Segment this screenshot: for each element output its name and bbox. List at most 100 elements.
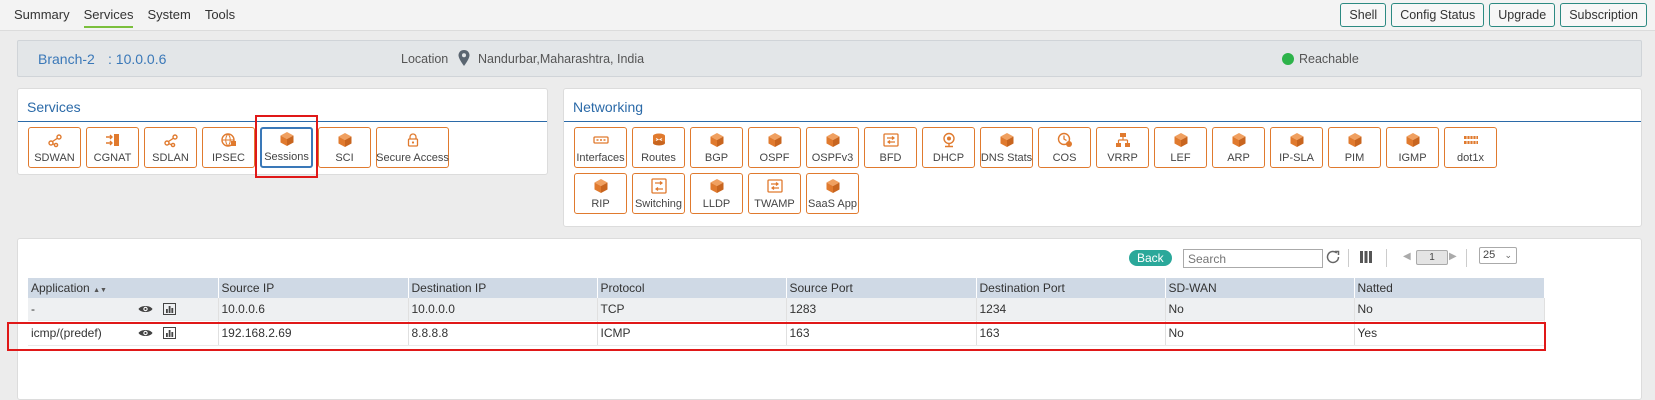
cube-icon xyxy=(768,133,781,147)
interfaces-icon xyxy=(592,136,609,144)
column-header-natted[interactable]: Natted xyxy=(1354,278,1545,298)
toolbar-divider xyxy=(1466,249,1467,267)
column-selector-icon[interactable] xyxy=(1360,251,1372,263)
vrrp-label: VRRP xyxy=(1107,152,1138,164)
bfd-button[interactable]: BFD xyxy=(864,127,917,168)
sdlan-button[interactable]: SDLAN xyxy=(144,127,197,168)
cgnat-button[interactable]: CGNAT xyxy=(86,127,139,168)
cell-destination-ip: 10.0.0.0 xyxy=(408,298,598,321)
lef-button[interactable]: LEF xyxy=(1154,127,1207,168)
pim-button[interactable]: PIM xyxy=(1328,127,1381,168)
upgrade-button[interactable]: Upgrade xyxy=(1489,3,1556,27)
ospf-button[interactable]: OSPF xyxy=(748,127,801,168)
next-page-icon[interactable]: ▶ xyxy=(1449,251,1457,262)
cube-icon xyxy=(1348,133,1361,147)
dot1x-label: dot1x xyxy=(1457,152,1484,164)
cos-button[interactable]: COS xyxy=(1038,127,1091,168)
cell-source-port: 163 xyxy=(786,320,977,346)
eye-icon[interactable] xyxy=(138,304,153,314)
saas-app-button[interactable]: SaaS App xyxy=(806,173,859,214)
interfaces-button[interactable]: Interfaces xyxy=(574,127,627,168)
sessions-table-panel: Back ◀ 1 ▶ 25 ⌄ Application ▲▼ Source IP… xyxy=(17,238,1642,400)
switching-label: Switching xyxy=(634,198,683,210)
column-header-application[interactable]: Application ▲▼ xyxy=(28,278,219,298)
pim-label: PIM xyxy=(1344,152,1365,164)
bar-chart-icon[interactable] xyxy=(163,327,176,339)
igmp-button[interactable]: IGMP xyxy=(1386,127,1439,168)
switching-button[interactable]: Switching xyxy=(632,173,685,214)
location-label: Location xyxy=(401,52,449,66)
networking-divider xyxy=(564,121,1641,122)
page-number[interactable]: 1 xyxy=(1416,250,1448,265)
cube-icon xyxy=(280,132,293,146)
lock-icon xyxy=(407,133,418,147)
config-status-button[interactable]: Config Status xyxy=(1391,3,1485,27)
tab-tools[interactable]: Tools xyxy=(205,7,235,28)
bgp-button[interactable]: BGP xyxy=(690,127,743,168)
routes-label: Routes xyxy=(641,152,676,164)
shell-button[interactable]: Shell xyxy=(1340,3,1387,27)
subscription-button[interactable]: Subscription xyxy=(1560,3,1647,27)
tab-summary[interactable]: Summary xyxy=(14,7,70,28)
cell-protocol: ICMP xyxy=(597,320,787,346)
twamp-label: TWAMP xyxy=(754,198,795,210)
sci-button[interactable]: SCI xyxy=(318,127,371,168)
column-header-destination-ip[interactable]: Destination IP xyxy=(408,278,598,298)
cell-destination-ip: 8.8.8.8 xyxy=(408,320,598,346)
igmp-label: IGMP xyxy=(1398,152,1427,164)
sort-icon[interactable]: ▲▼ xyxy=(93,287,107,294)
twamp-button[interactable]: TWAMP xyxy=(748,173,801,214)
tab-services[interactable]: Services xyxy=(83,7,134,28)
ip-sla-button[interactable]: IP-SLA xyxy=(1270,127,1323,168)
secure-access-button[interactable]: Secure Access xyxy=(376,127,449,168)
vrrp-button[interactable]: VRRP xyxy=(1096,127,1149,168)
dns-stats-button[interactable]: DNS Stats xyxy=(980,127,1033,168)
sessions-button[interactable]: Sessions xyxy=(260,127,313,168)
sdlan-label: SDLAN xyxy=(152,152,189,164)
cell-source-ip: 10.0.0.6 xyxy=(218,298,409,321)
table-row[interactable]: - 10.0.0.6 10.0.0.0 TCP 1283 1234 No No xyxy=(28,298,1545,321)
eye-icon[interactable] xyxy=(138,328,153,338)
sdwan-icon xyxy=(47,134,62,148)
cell-destination-port: 163 xyxy=(976,320,1166,346)
column-header-destination-port[interactable]: Destination Port xyxy=(976,278,1166,298)
cell-application: - xyxy=(28,298,219,321)
page-size-select[interactable]: 25 ⌄ xyxy=(1479,247,1517,264)
cell-application: icmp/(predef) xyxy=(28,320,219,346)
ipsec-icon xyxy=(220,133,236,147)
sdwan-button[interactable]: SDWAN xyxy=(28,127,81,168)
rip-button[interactable]: RIP xyxy=(574,173,627,214)
secure-access-label: Secure Access xyxy=(376,152,449,164)
cube-icon xyxy=(338,133,351,147)
back-button[interactable]: Back xyxy=(1129,250,1172,266)
cell-source-ip: 192.168.2.69 xyxy=(218,320,409,346)
dot1x-icon xyxy=(1463,136,1478,144)
routes-button[interactable]: Routes xyxy=(632,127,685,168)
cube-icon xyxy=(1000,133,1013,147)
arp-button[interactable]: ARP xyxy=(1212,127,1265,168)
column-header-sd-wan[interactable]: SD-WAN xyxy=(1165,278,1355,298)
tab-system[interactable]: System xyxy=(147,7,190,28)
table-row[interactable]: icmp/(predef) 192.168.2.69 8.8.8.8 ICMP … xyxy=(28,320,1545,346)
dhcp-button[interactable]: DHCP xyxy=(922,127,975,168)
bar-chart-icon[interactable] xyxy=(163,303,176,315)
ipsec-button[interactable]: IPSEC xyxy=(202,127,255,168)
cgnat-label: CGNAT xyxy=(93,152,132,164)
lldp-button[interactable]: LLDP xyxy=(690,173,743,214)
services-buttons: SDWAN CGNAT SDLAN IPSEC Sessions SCI Sec… xyxy=(28,127,449,168)
search-input[interactable] xyxy=(1183,249,1323,268)
dot1x-button[interactable]: dot1x xyxy=(1444,127,1497,168)
lldp-label: LLDP xyxy=(702,198,731,210)
column-header-source-ip[interactable]: Source IP xyxy=(218,278,409,298)
rip-label: RIP xyxy=(591,198,610,210)
chevron-down-icon: ⌄ xyxy=(1504,250,1512,260)
cos-label: COS xyxy=(1052,152,1077,164)
refresh-icon[interactable] xyxy=(1325,249,1341,265)
ospfv3-button[interactable]: OSPFv3 xyxy=(806,127,859,168)
column-header-protocol[interactable]: Protocol xyxy=(597,278,787,298)
main-tabs: Summary Services System Tools xyxy=(14,7,235,28)
column-header-source-port[interactable]: Source Port xyxy=(786,278,977,298)
cube-icon xyxy=(826,179,839,193)
ospfv3-label: OSPFv3 xyxy=(811,152,854,164)
prev-page-icon[interactable]: ◀ xyxy=(1403,251,1411,262)
